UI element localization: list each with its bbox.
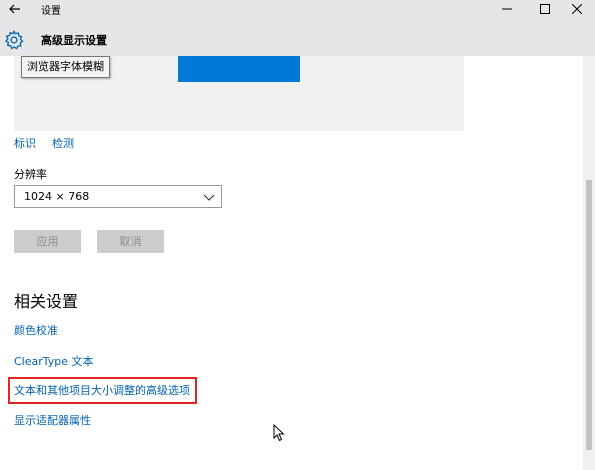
page-title: 高级显示设置 <box>41 34 107 47</box>
mouse-cursor-icon <box>273 424 285 442</box>
display-adapter-properties-link[interactable]: 显示适配器属性 <box>14 412 91 428</box>
gear-icon <box>4 29 24 50</box>
minimize-icon <box>502 8 512 10</box>
highlight-box <box>8 377 197 404</box>
window-title: 设置 <box>41 6 61 17</box>
detect-link[interactable]: 检测 <box>52 135 74 151</box>
cleartype-text-link[interactable]: ClearType 文本 <box>14 353 94 369</box>
close-icon <box>572 4 582 14</box>
monitor-preview[interactable] <box>178 56 300 82</box>
resolution-value: 1024 × 768 <box>24 190 90 203</box>
close-button[interactable] <box>559 0 595 18</box>
maximize-button[interactable] <box>527 0 563 18</box>
cancel-button[interactable]: 取消 <box>97 230 164 253</box>
minimize-button[interactable] <box>489 0 525 18</box>
scrollbar-thumb[interactable] <box>586 180 592 450</box>
color-calibration-link[interactable]: 颜色校准 <box>14 322 58 338</box>
tooltip: 浏览器字体模糊 <box>21 56 110 78</box>
back-button[interactable] <box>4 0 26 18</box>
related-settings-heading: 相关设置 <box>14 292 79 311</box>
maximize-icon <box>540 4 550 14</box>
resolution-dropdown[interactable]: 1024 × 768 <box>14 185 222 208</box>
apply-button[interactable]: 应用 <box>14 230 81 253</box>
back-arrow-icon <box>9 4 20 14</box>
identify-link[interactable]: 标识 <box>14 135 36 151</box>
title-bar: 设置 高级显示设置 <box>0 0 595 56</box>
chevron-down-icon <box>203 194 215 201</box>
resolution-label: 分辨率 <box>14 168 47 181</box>
